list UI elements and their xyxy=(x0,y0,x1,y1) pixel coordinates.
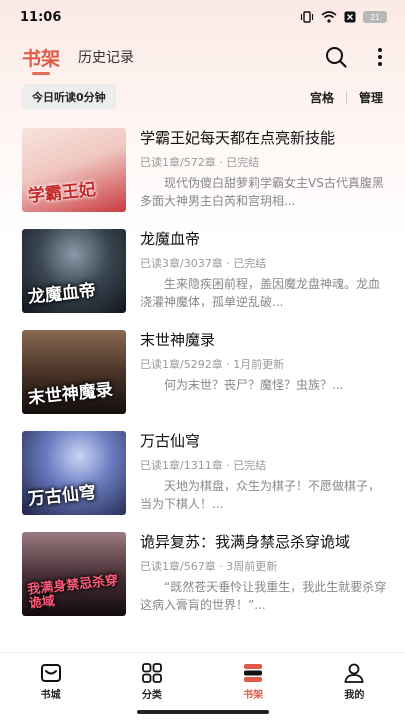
book-info: 龙魔血帝 已读3章/3037章 · 已完结 生来隐疾困前程，盖因魔龙盘神魂。龙血… xyxy=(140,229,387,330)
view-controls: 宫格 管理 xyxy=(310,89,383,106)
book-info: 末世神魔录 已读1章/5292章 · 1月前更新 何为末世？丧尸？魔怪？虫族？.… xyxy=(140,330,387,431)
cover-title: 末世神魔录 xyxy=(27,380,114,409)
book-item[interactable]: 龙魔血帝 龙魔血帝 已读3章/3037章 · 已完结 生来隐疾困前程，盖因魔龙盘… xyxy=(22,229,387,330)
nav-label: 分类 xyxy=(141,690,162,701)
top-tabs: 书架 历史记录 xyxy=(0,40,405,75)
status-time: 11:06 xyxy=(20,9,62,25)
bookshelf-icon xyxy=(244,664,263,682)
book-cover: 末世神魔录 xyxy=(22,330,126,414)
category-icon xyxy=(141,663,162,683)
nav-label: 书城 xyxy=(40,690,61,701)
listen-row: 今日听读0分钟 宫格 管理 xyxy=(22,84,383,110)
header-actions xyxy=(325,46,383,68)
profile-icon xyxy=(344,663,364,683)
book-cover: 万古仙穹 xyxy=(22,431,126,515)
tab-history[interactable]: 历史记录 xyxy=(78,47,134,67)
nav-bookstore[interactable]: 书城 xyxy=(11,663,91,720)
divider xyxy=(345,91,347,103)
book-meta: 已读1章/1311章 · 已完结 xyxy=(140,459,267,472)
book-title: 诡异复苏：我满身禁忌杀穿诡域 xyxy=(140,533,351,551)
manage-button[interactable]: 管理 xyxy=(359,89,383,106)
nav-label: 书架 xyxy=(243,690,264,701)
grid-view-button[interactable]: 宫格 xyxy=(310,89,334,106)
book-title: 末世神魔录 xyxy=(140,331,216,349)
book-title: 龙魔血帝 xyxy=(140,230,201,248)
book-info: 诡异复苏：我满身禁忌杀穿诡域 已读1章/567章 · 3周前更新 “既然苍天垂怜… xyxy=(140,532,387,633)
listen-time-badge[interactable]: 今日听读0分钟 xyxy=(22,84,116,110)
sim-off-icon xyxy=(344,11,356,23)
home-indicator xyxy=(136,710,269,714)
bookstore-icon xyxy=(40,664,61,682)
book-info: 万古仙穹 已读1章/1311章 · 已完结 天地为棋盘，众生为棋子！不愿做棋子，… xyxy=(140,431,387,532)
cover-title: 万古仙穹 xyxy=(27,482,97,510)
book-item[interactable]: 末世神魔录 末世神魔录 已读1章/5292章 · 1月前更新 何为末世？丧尸？魔… xyxy=(22,330,387,431)
tab-bookshelf[interactable]: 书架 xyxy=(22,44,60,75)
status-bar: 11:06 21 xyxy=(0,0,405,34)
book-desc: 现代伪傻白甜萝莉学霸女主VS古代真腹黑多面大神男主白芮和宫玥相... xyxy=(140,176,384,208)
book-desc: 天地为棋盘，众生为棋子！不愿做棋子，当为下棋人！... xyxy=(140,479,381,511)
more-icon[interactable] xyxy=(377,47,383,67)
book-item[interactable]: 学霸王妃 学霸王妃每天都在点亮新技能 已读1章/572章 · 已完结 现代伪傻白… xyxy=(22,128,387,229)
cover-title: 龙魔血帝 xyxy=(27,280,97,308)
status-icons: 21 xyxy=(300,11,387,23)
nav-profile[interactable]: 我的 xyxy=(314,663,394,720)
book-desc: 生来隐疾困前程，盖因魔龙盘神魂。龙血浇灌神魔体，孤单逆乱破... xyxy=(140,277,381,309)
search-icon[interactable] xyxy=(325,46,347,68)
book-list: 学霸王妃 学霸王妃每天都在点亮新技能 已读1章/572章 · 已完结 现代伪傻白… xyxy=(22,128,387,633)
battery-icon: 21 xyxy=(363,11,387,23)
book-item[interactable]: 万古仙穹 万古仙穹 已读1章/1311章 · 已完结 天地为棋盘，众生为棋子！不… xyxy=(22,431,387,532)
cover-title: 我满身禁忌杀穿诡域 xyxy=(26,573,119,612)
vibrate-icon xyxy=(300,11,314,23)
cover-title: 学霸王妃 xyxy=(27,179,97,207)
nav-label: 我的 xyxy=(344,690,365,701)
book-meta: 已读1章/567章 · 3周前更新 xyxy=(140,560,278,573)
wifi-icon xyxy=(321,11,337,23)
book-meta: 已读1章/572章 · 已完结 xyxy=(140,156,260,169)
book-meta: 已读1章/5292章 · 1月前更新 xyxy=(140,358,285,371)
book-title: 学霸王妃每天都在点亮新技能 xyxy=(140,129,336,147)
book-info: 学霸王妃每天都在点亮新技能 已读1章/572章 · 已完结 现代伪傻白甜萝莉学霸… xyxy=(140,128,387,229)
book-meta: 已读3章/3037章 · 已完结 xyxy=(140,257,267,270)
book-cover: 我满身禁忌杀穿诡域 xyxy=(22,532,126,616)
book-item[interactable]: 我满身禁忌杀穿诡域 诡异复苏：我满身禁忌杀穿诡域 已读1章/567章 · 3周前… xyxy=(22,532,387,633)
book-desc: “既然苍天垂怜让我重生，我此生就要杀穿这病入膏肓的世界！”... xyxy=(140,580,387,612)
book-desc: 何为末世？丧尸？魔怪？虫族？... xyxy=(164,378,344,392)
book-title: 万古仙穹 xyxy=(140,432,201,450)
book-cover: 学霸王妃 xyxy=(22,128,126,212)
book-cover: 龙魔血帝 xyxy=(22,229,126,313)
